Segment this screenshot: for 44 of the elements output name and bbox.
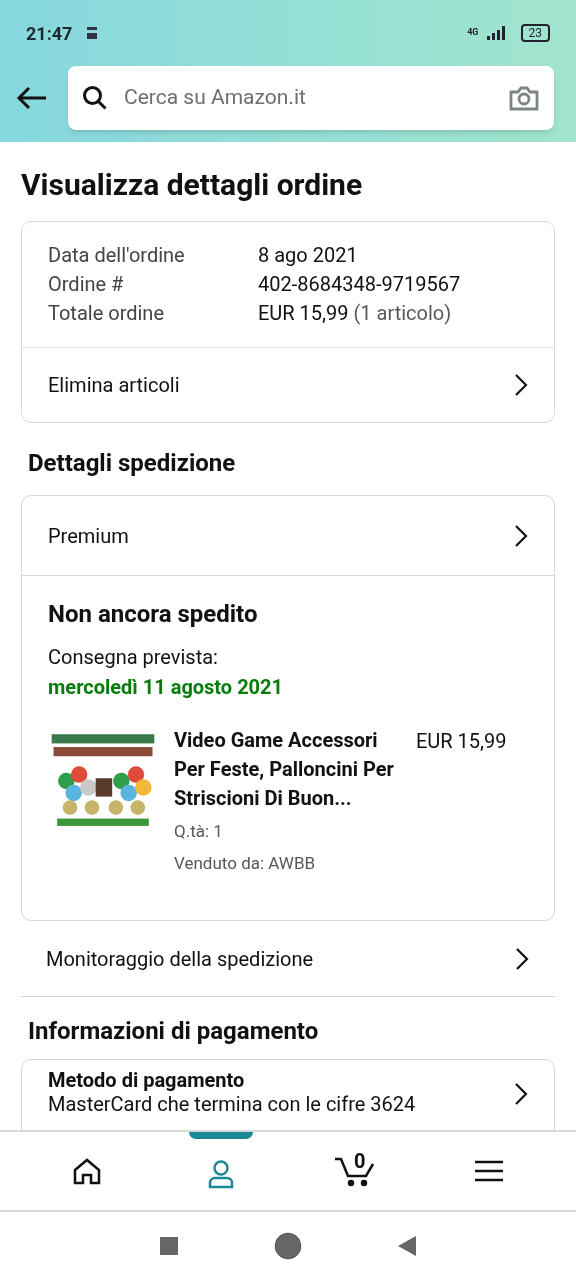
field-value: 8 ago 2021 — [258, 242, 359, 269]
shipment-status: Non ancora spedito — [48, 599, 259, 630]
shipping-method-row[interactable]: Premium — [22, 496, 554, 576]
home-button-icon[interactable] — [274, 1232, 302, 1260]
chevron-right-icon — [514, 373, 528, 397]
product-title[interactable]: Video Game Accessori Per Feste, Palloncini Per Striscioni Di Buon... — [174, 726, 400, 813]
person-icon — [207, 1159, 235, 1189]
delivery-date: mercoledì 11 agosto 2021 — [48, 674, 285, 701]
search-field[interactable]: Cerca su Amazon.it — [68, 66, 554, 130]
network-type: 4G — [467, 26, 479, 40]
field-value: EUR 15,99 (1 articolo) — [258, 300, 453, 327]
product-quantity: Q.tà: 1 — [174, 820, 224, 843]
section-heading: Informazioni di pagamento — [27, 1016, 320, 1047]
cart-count: 0 — [354, 1151, 366, 1171]
menu-icon — [475, 1160, 503, 1182]
bottom-nav-tab[interactable]: 0 — [288, 1132, 422, 1210]
back-arrow-icon[interactable] — [16, 86, 48, 110]
selected-indicator — [189, 1132, 253, 1139]
sim-icon — [86, 26, 99, 40]
section-heading: Dettagli spedizione — [27, 448, 237, 479]
tracking-row[interactable]: Monitoraggio della spedizione — [21, 921, 555, 997]
cart-icon — [334, 1155, 376, 1187]
field-value: 402-8684348-9719567 — [258, 271, 462, 298]
field-label: Ordine # — [48, 271, 125, 298]
delivery-label: Consegna prevista: — [48, 644, 219, 671]
search-input[interactable]: Cerca su Amazon.it — [124, 82, 492, 114]
delete-items-row[interactable]: Elimina articoli — [22, 347, 554, 422]
home-icon — [72, 1157, 102, 1185]
page-title: Visualizza dettagli ordine — [21, 166, 364, 204]
chevron-right-icon — [515, 946, 529, 971]
battery-level: 23 — [520, 24, 550, 42]
search-icon — [82, 85, 108, 111]
status-time: 21:47 — [26, 21, 73, 46]
field-label: Data dell'ordine — [48, 242, 186, 269]
payment-detail: MasterCard che termina con le cifre 3624 — [48, 1092, 416, 1116]
signal-icon — [486, 26, 507, 40]
back-icon[interactable] — [398, 1236, 416, 1256]
chevron-right-icon — [514, 523, 528, 548]
product-price: EUR 15,99 — [416, 728, 507, 755]
product-seller: Venduto da: AWBB — [174, 851, 317, 875]
field-label: Totale ordine — [48, 300, 165, 327]
camera-icon[interactable] — [508, 84, 540, 112]
payment-title: Metodo di pagamento — [48, 1068, 246, 1092]
chevron-right-icon — [514, 1082, 528, 1106]
